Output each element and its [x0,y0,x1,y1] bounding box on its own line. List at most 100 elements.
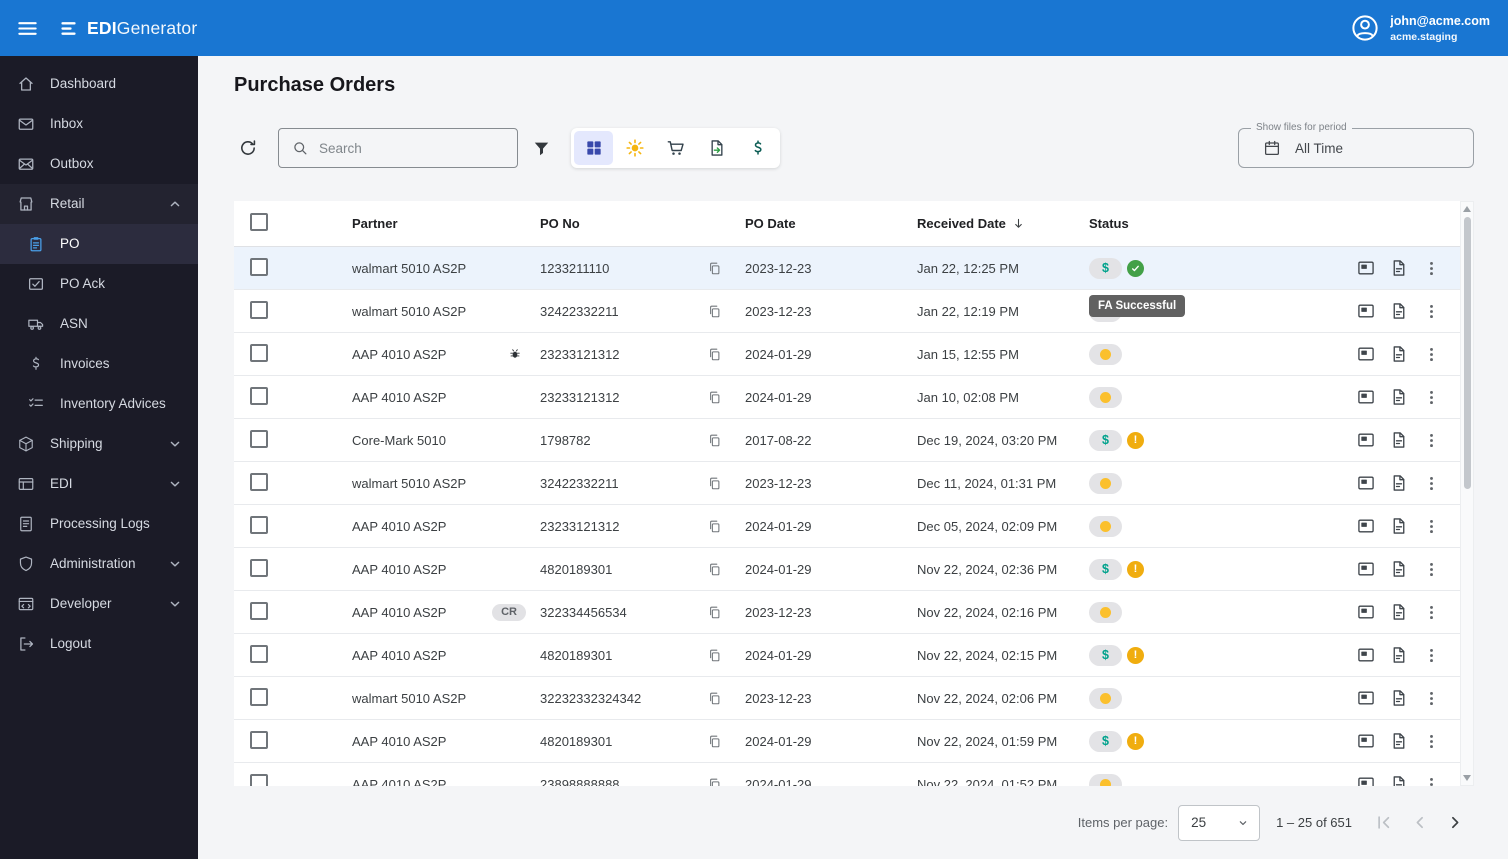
previous-page-button[interactable] [1406,810,1432,836]
table-row[interactable]: walmart 5010 AS2P 1233211110 2023-12-23 Jan… [234,247,1460,317]
column-header-po-no[interactable]: PO No [534,216,689,231]
preview-icon[interactable] [1356,688,1376,708]
table-row[interactable]: Core-Mark 5010 1798782 2017-08-22 Dec 19, 2… [234,419,1460,462]
sidebar-item-asn[interactable]: ASN [0,304,198,344]
sidebar-item-inventory-advices[interactable]: Inventory Advices [0,384,198,424]
menu-icon[interactable] [16,17,39,40]
row-menu-icon[interactable] [1422,775,1441,787]
sidebar-item-developer[interactable]: Developer [0,584,198,624]
export-document-icon[interactable] [1389,430,1409,450]
preview-icon[interactable] [1356,344,1376,364]
scroll-down-icon[interactable] [1463,775,1471,781]
filter-doc-export-button[interactable] [697,131,736,165]
copy-icon[interactable] [707,562,722,577]
row-menu-icon[interactable] [1422,345,1441,364]
filter-cart-button[interactable] [656,131,695,165]
table-row[interactable]: AAP 4010 AS2P 4820189301 2024-01-29 Nov 22,… [234,720,1460,763]
row-checkbox[interactable] [250,386,268,405]
copy-icon[interactable] [707,347,722,362]
table-row[interactable]: AAP 4010 AS2P 4820189301 2024-01-29 Nov 22,… [234,634,1460,677]
row-menu-icon[interactable] [1422,560,1441,579]
export-document-icon[interactable] [1389,301,1409,321]
refresh-button[interactable] [238,138,258,158]
user-menu[interactable]: john@acme.com acme.staging [1350,13,1490,43]
scroll-up-icon[interactable] [1463,206,1471,212]
row-checkbox[interactable] [250,644,268,663]
table-row[interactable]: AAP 4010 AS2P 23898888888 2024-01-29 Nov 22… [234,763,1460,786]
export-document-icon[interactable] [1389,602,1409,622]
row-menu-icon[interactable] [1422,689,1441,708]
row-checkbox[interactable] [250,472,268,491]
row-menu-icon[interactable] [1422,302,1441,321]
sidebar-item-logout[interactable]: Logout [0,624,198,664]
sidebar-item-processing-logs[interactable]: Processing Logs [0,504,198,544]
preview-icon[interactable] [1356,387,1376,407]
copy-icon[interactable] [707,390,722,405]
row-checkbox[interactable] [250,257,268,276]
sidebar-item-administration[interactable]: Administration [0,544,198,584]
preview-icon[interactable] [1356,559,1376,579]
row-checkbox[interactable] [250,687,268,706]
sidebar-item-edi[interactable]: EDI [0,464,198,504]
export-document-icon[interactable] [1389,258,1409,278]
table-row[interactable]: walmart 5010 AS2P 32422332211 2023-12-23 Ja… [234,290,1460,333]
export-document-icon[interactable] [1389,387,1409,407]
copy-icon[interactable] [707,605,722,620]
row-checkbox[interactable] [250,558,268,577]
filter-button[interactable] [532,139,551,158]
preview-icon[interactable] [1356,774,1376,786]
export-document-icon[interactable] [1389,774,1409,786]
filter-sun-button[interactable] [615,131,654,165]
export-document-icon[interactable] [1389,473,1409,493]
copy-icon[interactable] [707,777,722,786]
row-checkbox[interactable] [250,773,268,786]
sidebar-item-po[interactable]: PO [0,224,198,264]
row-menu-icon[interactable] [1422,474,1441,493]
preview-icon[interactable] [1356,602,1376,622]
row-checkbox[interactable] [250,730,268,749]
export-document-icon[interactable] [1389,516,1409,536]
first-page-button[interactable] [1370,810,1396,836]
table-row[interactable]: walmart 5010 AS2P 32422332211 2023-12-23 De… [234,462,1460,505]
table-row[interactable]: AAP 4010 AS2P 23233121312 2024-01-29 Jan 15… [234,333,1460,376]
sidebar-item-shipping[interactable]: Shipping [0,424,198,464]
filter-grid-button[interactable] [574,131,613,165]
row-menu-icon[interactable] [1422,431,1441,450]
row-menu-icon[interactable] [1422,732,1441,751]
row-checkbox[interactable] [250,300,268,319]
period-select[interactable]: Show files for period All Time [1238,122,1474,168]
row-checkbox[interactable] [250,343,268,362]
copy-icon[interactable] [707,519,722,534]
preview-icon[interactable] [1356,731,1376,751]
table-row[interactable]: AAP 4010 AS2P CR 322334456534 2023-12-23 Nov… [234,591,1460,634]
copy-icon[interactable] [707,734,722,749]
sidebar-item-retail[interactable]: Retail [0,184,198,224]
items-per-page-select[interactable]: 25 [1178,804,1261,841]
copy-icon[interactable] [707,261,722,276]
column-header-partner[interactable]: Partner [334,216,534,231]
preview-icon[interactable] [1356,473,1376,493]
column-header-status[interactable]: Status [1083,216,1344,231]
row-checkbox[interactable] [250,601,268,620]
copy-icon[interactable] [707,648,722,663]
table-row[interactable]: AAP 4010 AS2P 23233121312 2024-01-29 Dec 05… [234,505,1460,548]
search-box[interactable] [278,128,518,168]
table-row[interactable]: walmart 5010 AS2P 32232332324342 2023-12-2… [234,677,1460,720]
preview-icon[interactable] [1356,645,1376,665]
column-header-received-date[interactable]: Received Date [911,216,1083,231]
copy-icon[interactable] [707,691,722,706]
copy-icon[interactable] [707,476,722,491]
export-document-icon[interactable] [1389,645,1409,665]
row-menu-icon[interactable] [1422,646,1441,665]
export-document-icon[interactable] [1389,344,1409,364]
copy-icon[interactable] [707,304,722,319]
search-input[interactable] [319,140,505,156]
export-document-icon[interactable] [1389,688,1409,708]
copy-icon[interactable] [707,433,722,448]
table-row[interactable]: AAP 4010 AS2P 23233121312 2024-01-29 Jan 10… [234,376,1460,419]
row-menu-icon[interactable] [1422,388,1441,407]
sidebar-item-invoices[interactable]: Invoices [0,344,198,384]
table-scrollbar[interactable] [1460,201,1474,786]
sidebar-item-inbox[interactable]: Inbox [0,104,198,144]
select-all-checkbox[interactable] [250,213,268,231]
